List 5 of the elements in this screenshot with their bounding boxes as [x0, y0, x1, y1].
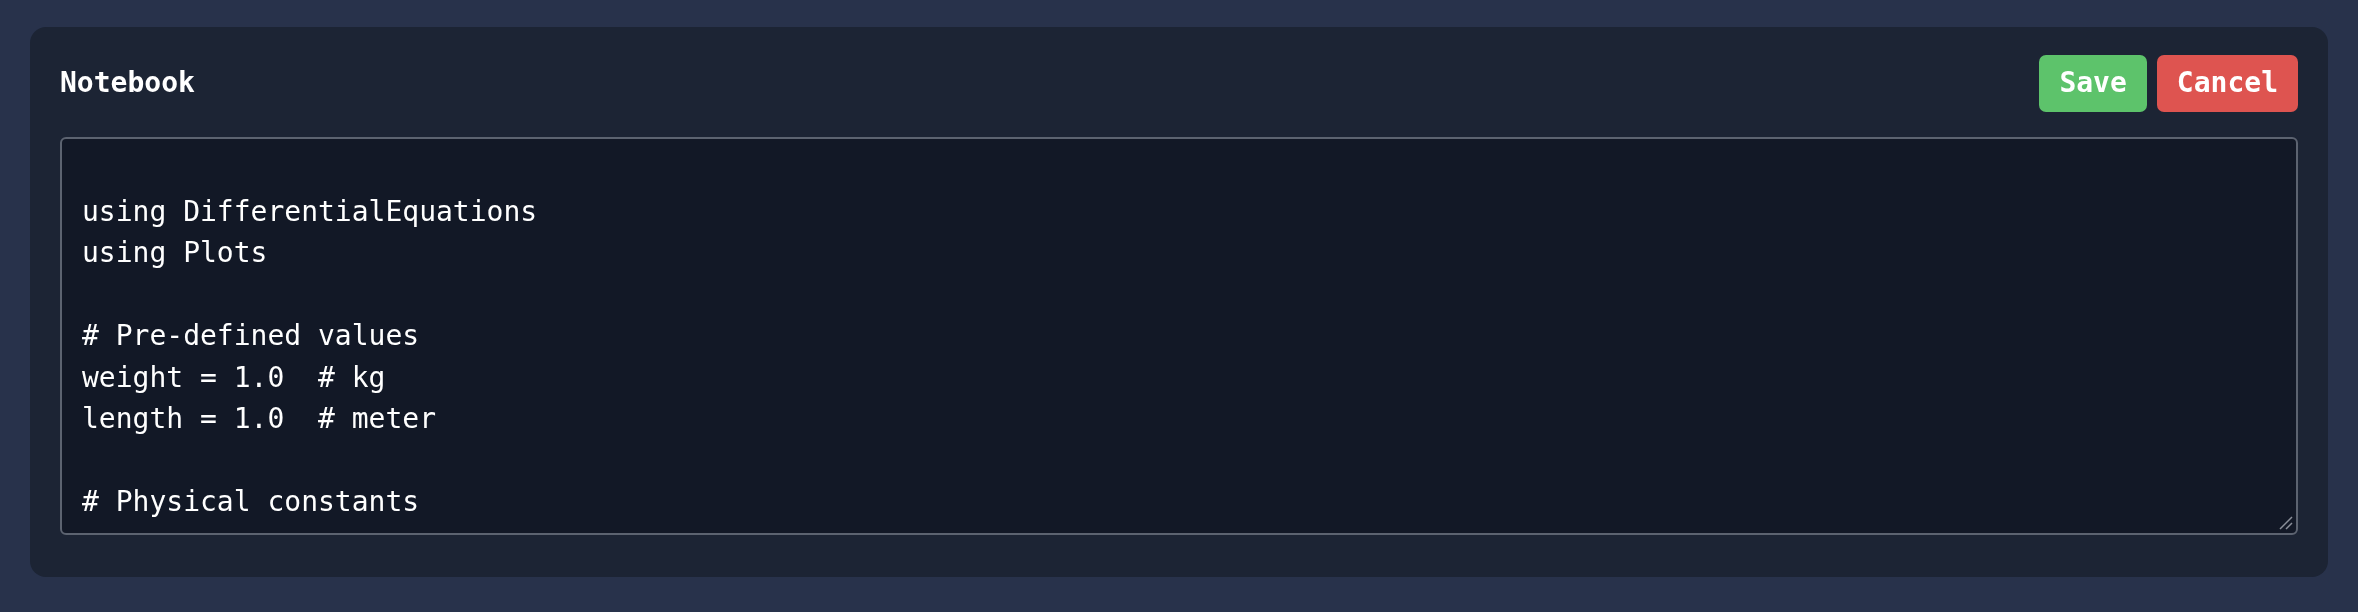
save-button[interactable]: Save	[2039, 54, 2147, 112]
resize-grip-icon[interactable]	[2279, 516, 2293, 530]
cancel-button[interactable]: Cancel	[2156, 54, 2298, 112]
notebook-title: Notebook	[60, 65, 195, 101]
code-editor-field[interactable]: using DifferentialEquations using Plots # Pre-defined values weight = 1.0 # kg length = 1.0 # meter # Physical constants	[60, 137, 2298, 535]
